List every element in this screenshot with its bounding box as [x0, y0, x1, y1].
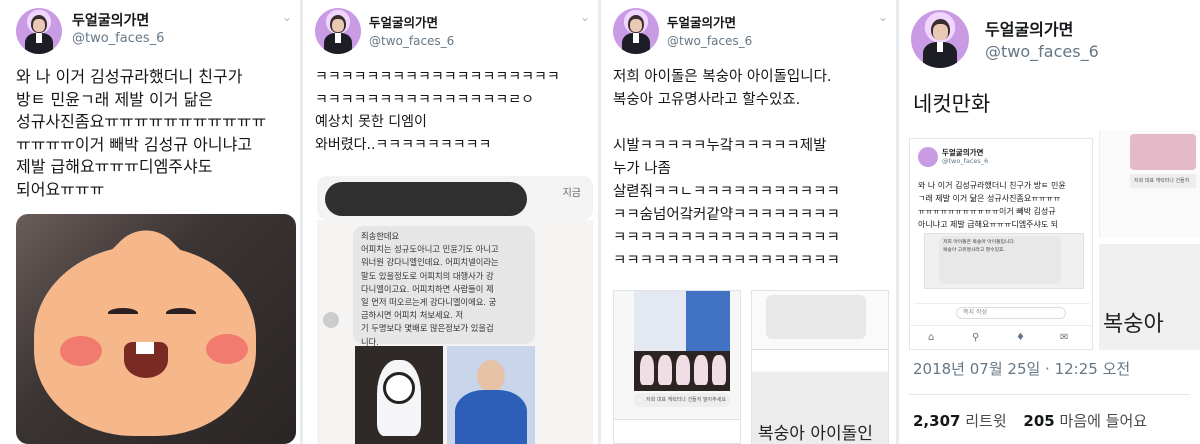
avatar[interactable] — [613, 8, 659, 54]
retweet-count[interactable]: 2,307 — [913, 412, 960, 430]
tweet-text: ㅋㅋㅋㅋㅋㅋㅋㅋㅋㅋㅋㅋㅋㅋㅋㅋㅋㅋㅋ ㅋㅋㅋㅋㅋㅋㅋㅋㅋㅋㅋㅋㅋㅋㅋㄹㅇ 예상… — [315, 69, 560, 153]
like-label[interactable]: 마음에 들어요 — [1060, 412, 1148, 430]
apeach-photo[interactable] — [16, 214, 296, 444]
home-icon: ⌂ — [928, 332, 935, 343]
bell-icon: ♦ — [1016, 332, 1025, 343]
tweet-header: 두얼굴의가면 @two_faces_6 ⌄ — [0, 0, 300, 62]
big-caption: 복숭아 아이돌인 — [758, 424, 873, 444]
eye-icon — [166, 308, 196, 318]
display-name[interactable]: 두얼굴의가면 — [985, 16, 1073, 40]
embedded-screenshot[interactable]: 두얼굴의가면 @two_faces_6 와 나 이거 김성규라했더니 친구가 방… — [909, 138, 1093, 350]
tweet-stats: 2,307 리트윗 205 마음에 들어요 — [913, 410, 1159, 431]
user-handle[interactable]: @two_faces_6 — [667, 34, 752, 48]
search-icon: ⚲ — [972, 332, 980, 343]
tweet-header: 두얼굴의가면 @two_faces_6 ⌄ — [601, 0, 896, 62]
embedded-screenshot[interactable]: 저희 대표 캐릭터나 건들지 — [1099, 130, 1200, 238]
tweet-header: 두얼굴의가면 @two_faces_6 ⌄ — [303, 0, 598, 62]
display-name[interactable]: 두얼굴의가면 — [369, 12, 438, 31]
user-handle[interactable]: @two_faces_6 — [72, 31, 164, 46]
nail-photo[interactable] — [355, 346, 443, 444]
avatar — [323, 312, 339, 328]
tweet-text: 와 나 이거 김성규라했더니 친구가 방ㅌ 민윤ㄱ래 제발 이거 닮은 성규사진… — [16, 67, 267, 199]
dm-bubble: 죄송한데요 어피치는 성규도아니고 민윤기도 아니고 워너원 강다니엘인데요. … — [353, 226, 535, 347]
user-handle[interactable]: @two_faces_6 — [369, 34, 454, 48]
notification-time: 지금 — [562, 188, 581, 199]
avatar[interactable] — [315, 8, 361, 54]
chevron-down-icon[interactable]: ⌄ — [878, 10, 888, 24]
person-photo[interactable] — [447, 346, 535, 444]
embedded-screenshot[interactable]: 복숭아 — [1099, 244, 1200, 350]
avatar[interactable] — [16, 8, 62, 54]
tweet-header: 두얼굴의가면 @two_faces_6 — [899, 0, 1200, 68]
caption: 저희 대표 캐릭터나 건들지 — [1130, 174, 1196, 188]
dm-screenshot: 죄송한데요 어피치는 성규도아니고 민윤기도 아니고 워너원 강다니엘인데요. … — [317, 220, 593, 444]
notification-banner[interactable]: 지금 — [317, 176, 593, 220]
avatar — [918, 147, 938, 167]
avatar[interactable] — [911, 10, 969, 68]
display-name[interactable]: 두얼굴의가면 — [72, 10, 149, 30]
mini-tweet-text: 와 나 이거 김성규라했더니 친구가 방ㅌ 민윤 ㄱ래 제발 이거 닮은 성규사… — [918, 181, 1066, 229]
tweet-timestamp[interactable]: 2018년 07월 25일 · 12:25 오전 — [913, 358, 1130, 379]
dm-text: 죄송한데요 어피치는 성규도아니고 민윤기도 아니고 워너원 강다니엘인데요. … — [361, 231, 499, 347]
compose-input: 쪽지 작성 — [956, 307, 1066, 319]
mini-dm-text: 저희 아이돌은 복숭아 아이돌입니다. 복숭아 고유명사라고 할수있죠. — [939, 236, 1061, 284]
display-name[interactable]: 두얼굴의가면 — [667, 12, 736, 31]
tweet-panel-3: 두얼굴의가면 @two_faces_6 ⌄ 저희 아이돌은 복숭아 아이돌입니다… — [601, 0, 896, 444]
dm-screenshot[interactable]: 복숭아 아이돌인 — [751, 290, 889, 444]
chevron-down-icon[interactable]: ⌄ — [282, 10, 292, 24]
tweet-text: 저희 아이돌은 복숭아 아이돌입니다. 복숭아 고유명사라고 할수있죠. 시발ㅋ… — [613, 69, 840, 269]
retweet-label[interactable]: 리트윗 — [965, 412, 1006, 430]
mail-icon: ✉ — [1060, 332, 1069, 343]
tweet-text: 네컷만화 — [913, 92, 991, 116]
caption: 저희 대표 캐릭터나 건들지 말아주세요 — [634, 393, 730, 407]
divider — [909, 394, 1190, 395]
big-caption: 복숭아 — [1103, 312, 1164, 337]
tweet-panel-2: 두얼굴의가면 @two_faces_6 ⌄ ㅋㅋㅋㅋㅋㅋㅋㅋㅋㅋㅋㅋㅋㅋㅋㅋㅋㅋ… — [303, 0, 598, 444]
tweet-panel-4: 두얼굴의가면 @two_faces_6 네컷만화 두얼굴의가면 @two_fac… — [899, 0, 1200, 444]
chevron-down-icon[interactable]: ⌄ — [580, 10, 590, 24]
eye-icon — [108, 308, 138, 318]
user-handle: @two_faces_6 — [942, 157, 989, 165]
like-count[interactable]: 205 — [1023, 412, 1054, 430]
redacted-bar — [325, 182, 527, 216]
tweet-panel-1: 두얼굴의가면 @two_faces_6 ⌄ 와 나 이거 김성규라했더니 친구가… — [0, 0, 300, 444]
bottom-nav: ⌂ ⚲ ♦ ✉ — [910, 325, 1092, 349]
user-handle[interactable]: @two_faces_6 — [985, 42, 1099, 61]
dm-screenshot[interactable]: 저희 대표 캐릭터나 건들지 말아주세요 — [613, 290, 741, 444]
